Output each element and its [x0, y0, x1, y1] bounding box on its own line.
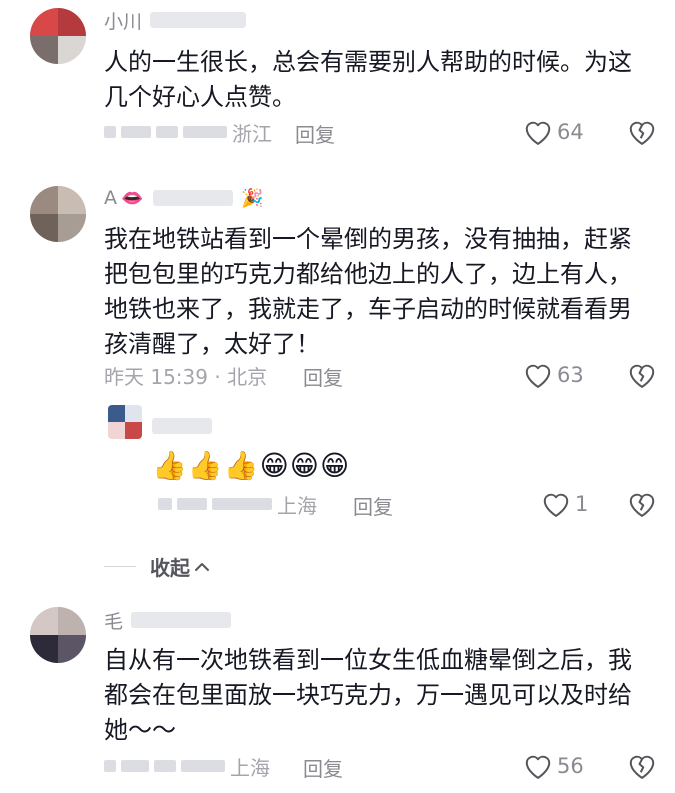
dislike-button[interactable] [627, 490, 657, 522]
comment-text: 人的一生很长，总会有需要别人帮助的时候。为这几个好心人点赞。 [104, 48, 632, 111]
timestamp: 昨天 15:39 · 北京 [104, 364, 268, 389]
location: 浙江 [232, 121, 272, 146]
divider [104, 566, 136, 567]
chevron-up-icon [195, 562, 209, 571]
like-count: 56 [557, 754, 584, 778]
reply-button[interactable]: 回复 [303, 362, 343, 391]
dislike-button[interactable] [627, 752, 657, 784]
location: 上海 [230, 755, 270, 780]
username[interactable]: 毛 [104, 607, 123, 634]
location: 上海 [277, 493, 317, 518]
username-row[interactable]: A 👄 🎉 [104, 184, 264, 212]
username-blur [153, 190, 234, 206]
username-row[interactable] [152, 412, 212, 440]
party-emoji: 🎉 [241, 187, 264, 209]
heart-icon [525, 755, 551, 779]
heart-icon [525, 364, 551, 388]
avatar[interactable] [30, 186, 86, 242]
like-button[interactable]: 1 [541, 490, 588, 518]
heart-icon [525, 121, 551, 145]
collapse-label: 收起 [150, 556, 190, 580]
comment-meta: 上海 [158, 489, 675, 519]
broken-heart-icon [629, 493, 655, 517]
lips-emoji: 👄 [121, 187, 144, 209]
dislike-button[interactable] [627, 118, 657, 150]
broken-heart-icon [629, 755, 655, 779]
comment-text: 我在地铁站看到一个晕倒的男孩，没有抽抽，赶紧把包包里的巧克力都给他边上的人了，边… [104, 225, 632, 358]
avatar[interactable] [30, 607, 86, 663]
collapse-replies-button[interactable]: 收起 [104, 552, 210, 581]
like-count: 1 [575, 492, 589, 516]
comment-meta: 昨天 15:39 · 北京 [104, 360, 675, 390]
comment-text: 自从有一次地铁看到一位女生低血糖晕倒之后，我都会在包里面放一块巧克力，万一遇见可… [104, 646, 632, 744]
username-blur [152, 418, 212, 434]
reply-button[interactable]: 回复 [295, 119, 335, 148]
dislike-button[interactable] [627, 361, 657, 393]
comment-meta: 上海 [104, 751, 675, 781]
like-count: 64 [557, 120, 584, 144]
username-blur [131, 612, 232, 628]
like-button[interactable]: 63 [523, 361, 584, 389]
like-button[interactable]: 64 [523, 118, 584, 146]
broken-heart-icon [629, 121, 655, 145]
broken-heart-icon [629, 364, 655, 388]
heart-icon [543, 493, 569, 517]
reply-button[interactable]: 回复 [353, 491, 393, 520]
avatar[interactable] [30, 8, 86, 64]
reply-button[interactable]: 回复 [303, 753, 343, 782]
avatar[interactable] [108, 405, 142, 439]
like-button[interactable]: 56 [523, 752, 584, 780]
like-count: 63 [557, 363, 584, 387]
comment-meta: 浙江 [104, 117, 675, 147]
reply-emojis: 👍👍👍😁😁😁 [152, 449, 351, 482]
username-blur [150, 12, 247, 28]
username-row[interactable]: 毛 [104, 606, 232, 634]
username-row[interactable]: 小川 [104, 6, 247, 34]
username[interactable]: A [104, 187, 117, 209]
username[interactable]: 小川 [104, 7, 142, 34]
